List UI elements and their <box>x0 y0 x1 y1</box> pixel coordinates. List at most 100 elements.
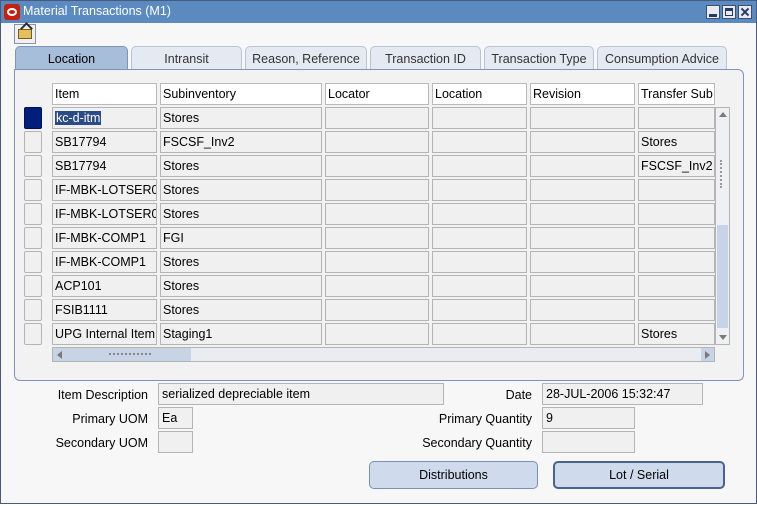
cell-locator[interactable] <box>325 323 429 345</box>
cell-revision[interactable] <box>530 323 635 345</box>
cell-subinventory[interactable]: Stores <box>160 251 322 273</box>
cell-item[interactable]: IF-MBK-COMP1 <box>52 227 157 249</box>
primary-uom-label: Primary UOM <box>72 412 148 426</box>
cell-location[interactable] <box>432 131 527 153</box>
cell-item[interactable]: IF-MBK-LOTSER0 <box>52 203 157 225</box>
cell-locator[interactable] <box>325 251 429 273</box>
cell-subinventory[interactable]: FSCSF_Inv2 <box>160 131 322 153</box>
cell-revision[interactable] <box>530 179 635 201</box>
close-button[interactable] <box>738 5 752 19</box>
cell-revision[interactable] <box>530 131 635 153</box>
cell-item[interactable]: FSIB1111 <box>52 299 157 321</box>
cell-subinventory[interactable]: Stores <box>160 107 322 129</box>
scroll-grip-icon <box>720 160 724 188</box>
oracle-logo-icon <box>4 4 20 20</box>
cell-transfer-sub[interactable] <box>638 203 715 225</box>
cell-transfer-sub[interactable] <box>638 299 715 321</box>
tab-consumption-advice[interactable]: Consumption Advice <box>597 46 727 70</box>
selected-cell-text: kc-d-itm <box>55 111 102 125</box>
cell-subinventory[interactable]: FGI <box>160 227 322 249</box>
cell-location[interactable] <box>432 227 527 249</box>
cell-revision[interactable] <box>530 299 635 321</box>
cell-locator[interactable] <box>325 131 429 153</box>
row-selector[interactable] <box>24 107 42 129</box>
row-selector[interactable] <box>24 131 42 153</box>
primary-uom-field[interactable]: Ea <box>158 407 193 429</box>
cell-location[interactable] <box>432 275 527 297</box>
cell-item[interactable]: IF-MBK-LOTSER0 <box>52 179 157 201</box>
secondary-quantity-field[interactable] <box>542 431 635 453</box>
row-selector[interactable] <box>24 251 42 273</box>
distributions-button[interactable]: Distributions <box>369 461 538 489</box>
scroll-down-arrow-icon[interactable] <box>719 335 727 340</box>
row-selector[interactable] <box>24 155 42 177</box>
cell-location[interactable] <box>432 251 527 273</box>
cell-revision[interactable] <box>530 203 635 225</box>
scroll-left-arrow-icon[interactable] <box>57 351 62 359</box>
lot-serial-button[interactable]: Lot / Serial <box>553 461 725 489</box>
cell-locator[interactable] <box>325 179 429 201</box>
cell-locator[interactable] <box>325 275 429 297</box>
cell-revision[interactable] <box>530 251 635 273</box>
secondary-uom-field[interactable] <box>158 431 193 453</box>
cell-location[interactable] <box>432 299 527 321</box>
cell-subinventory[interactable]: Stores <box>160 275 322 297</box>
row-selector[interactable] <box>24 323 42 345</box>
cell-location[interactable] <box>432 203 527 225</box>
cell-item[interactable]: IF-MBK-COMP1 <box>52 251 157 273</box>
cell-subinventory[interactable]: Staging1 <box>160 323 322 345</box>
cell-revision[interactable] <box>530 155 635 177</box>
cell-location[interactable] <box>432 155 527 177</box>
cell-revision[interactable] <box>530 275 635 297</box>
scroll-up-arrow-icon[interactable] <box>719 112 727 117</box>
cell-transfer-sub[interactable] <box>638 275 715 297</box>
cell-subinventory[interactable]: Stores <box>160 203 322 225</box>
tab-transaction-type[interactable]: Transaction Type <box>484 46 594 70</box>
vertical-scrollbar[interactable] <box>715 107 730 345</box>
cell-locator[interactable] <box>325 299 429 321</box>
scroll-right-arrow-icon[interactable] <box>705 351 710 359</box>
vertical-scroll-thumb[interactable] <box>717 225 728 328</box>
tab-intransit[interactable]: Intransit <box>131 46 242 70</box>
cell-locator[interactable] <box>325 227 429 249</box>
cell-location[interactable] <box>432 179 527 201</box>
minimize-button[interactable] <box>706 5 720 19</box>
cell-location[interactable] <box>432 323 527 345</box>
row-selector[interactable] <box>24 299 42 321</box>
cell-transfer-sub[interactable]: Stores <box>638 131 715 153</box>
date-field[interactable]: 28-JUL-2006 15:32:47 <box>542 383 703 405</box>
cell-item[interactable]: SB17794 <box>52 131 157 153</box>
cell-subinventory[interactable]: Stores <box>160 179 322 201</box>
tab-transaction-id[interactable]: Transaction ID <box>370 46 481 70</box>
row-selector[interactable] <box>24 275 42 297</box>
cell-subinventory[interactable]: Stores <box>160 155 322 177</box>
open-button[interactable] <box>14 24 36 44</box>
cell-revision[interactable] <box>530 227 635 249</box>
cell-item[interactable]: kc-d-itm <box>52 107 157 129</box>
cell-transfer-sub[interactable] <box>638 107 715 129</box>
row-selector[interactable] <box>24 179 42 201</box>
horizontal-scroll-track[interactable] <box>191 348 701 361</box>
cell-locator[interactable] <box>325 203 429 225</box>
cell-subinventory[interactable]: Stores <box>160 299 322 321</box>
cell-locator[interactable] <box>325 155 429 177</box>
horizontal-scrollbar[interactable] <box>52 347 715 362</box>
item-description-field[interactable]: serialized depreciable item <box>158 383 444 405</box>
tab-location[interactable]: Location <box>15 46 128 71</box>
maximize-button[interactable] <box>722 5 736 19</box>
cell-transfer-sub[interactable]: FSCSF_Inv2 <box>638 155 715 177</box>
cell-item[interactable]: UPG Internal Item <box>52 323 157 345</box>
cell-item[interactable]: SB17794 <box>52 155 157 177</box>
primary-quantity-field[interactable]: 9 <box>542 407 635 429</box>
cell-locator[interactable] <box>325 107 429 129</box>
cell-location[interactable] <box>432 107 527 129</box>
row-selector[interactable] <box>24 203 42 225</box>
tab-reason-reference[interactable]: Reason, Reference <box>245 46 367 70</box>
cell-revision[interactable] <box>530 107 635 129</box>
row-selector[interactable] <box>24 227 42 249</box>
cell-transfer-sub[interactable]: Stores <box>638 323 715 345</box>
cell-transfer-sub[interactable] <box>638 227 715 249</box>
cell-transfer-sub[interactable] <box>638 179 715 201</box>
cell-transfer-sub[interactable] <box>638 251 715 273</box>
cell-item[interactable]: ACP101 <box>52 275 157 297</box>
